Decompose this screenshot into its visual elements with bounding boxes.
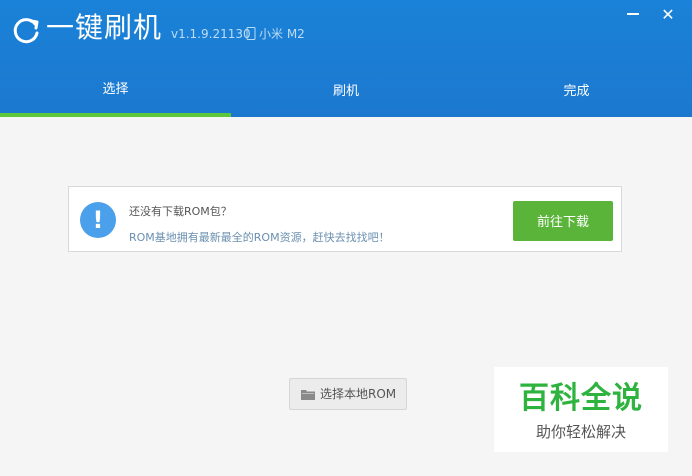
app-version: v1.1.9.21130 [171,27,251,41]
phone-icon [246,27,256,40]
device-name: 小米 M2 [259,27,305,41]
tab-complete[interactable]: 完成 [461,70,692,117]
select-local-rom-button[interactable]: 选择本地ROM [289,378,407,410]
watermark-title: 百科全说 [519,381,643,416]
app-window: 一键刷机 v1.1.9.21130 小米 M2 ✕ 选择 刷机 完成 ! 还没有… [0,0,692,476]
close-button[interactable]: ✕ [657,4,679,26]
select-local-rom-label: 选择本地ROM [320,387,397,401]
watermark-subtitle: 助你轻松解决 [535,423,626,441]
refresh-circle-icon [13,18,39,44]
app-title: 一键刷机 [46,11,163,44]
rom-download-notice: ! 还没有下载ROM包？ ROM基地拥有最新最全的ROM资源，赶快去找找吧！ 前… [68,186,622,252]
go-download-button[interactable]: 前往下载 [513,201,613,241]
notice-description: ROM基地拥有最新最全的ROM资源，赶快去找找吧！ [129,231,390,244]
folder-icon [301,390,315,400]
close-icon: ✕ [661,5,675,24]
minimize-button[interactable] [622,4,644,26]
notice-title: 还没有下载ROM包？ [129,205,232,218]
step-tabs: 选择 刷机 完成 [0,70,692,117]
tab-select[interactable]: 选择 [0,70,231,117]
active-tab-indicator [0,113,231,117]
tab-flash[interactable]: 刷机 [231,70,461,117]
header-bar: 一键刷机 v1.1.9.21130 小米 M2 ✕ 选择 刷机 完成 [0,0,692,117]
exclamation-circle-icon: ! [80,202,116,238]
minimize-icon [627,13,639,15]
watermark: 百科全说 助你轻松解决 [494,367,668,452]
